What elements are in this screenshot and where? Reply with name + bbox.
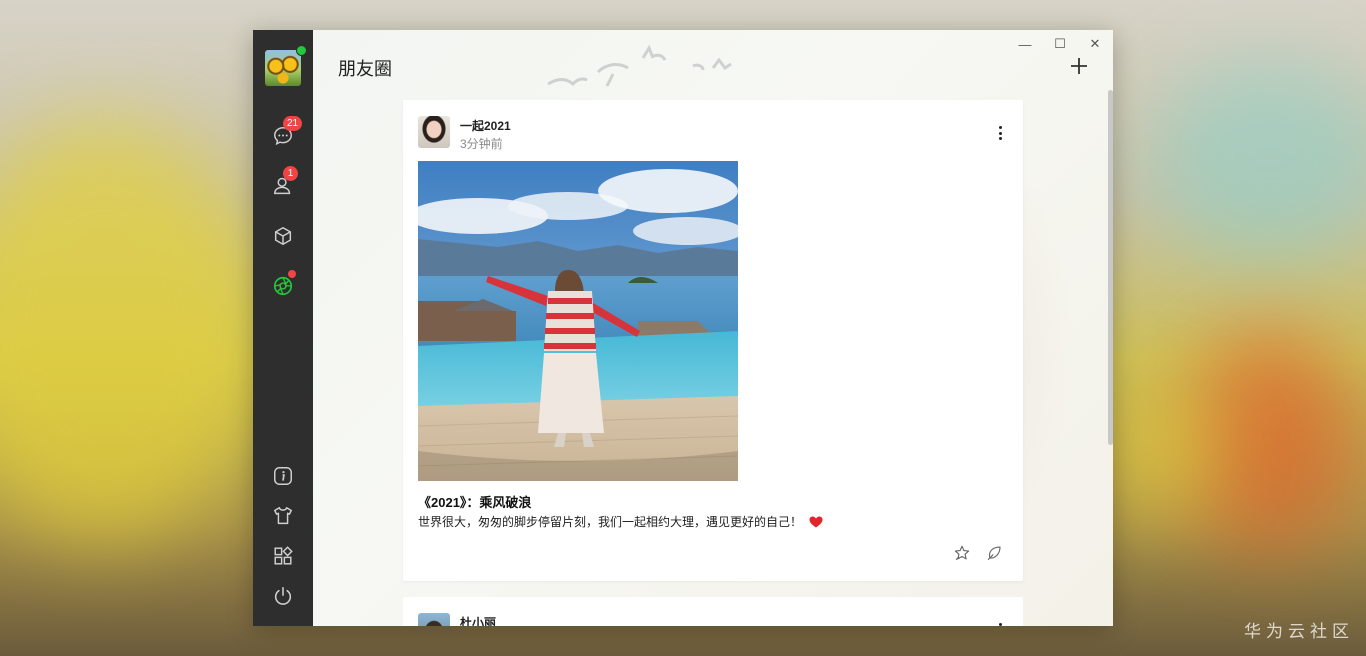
moments-dot-badge [288,270,296,278]
like-star-icon[interactable] [953,544,971,562]
post-card: 一起2021 3分钟前 《2021》：乘风破浪 世界很大，匆匆的脚步停留片刻，我… [403,100,1023,581]
sidebar-item-box[interactable] [269,222,297,250]
heart-emoji-icon [809,516,823,528]
sidebar-item-contacts[interactable]: 1 [269,166,298,200]
sidebar-item-chat[interactable]: 21 [269,116,303,150]
author-avatar[interactable] [418,613,450,626]
page-title: 朋友圈 [338,59,392,79]
minimize-button[interactable]: — [1016,36,1034,52]
close-button[interactable]: ✕ [1086,36,1104,52]
new-post-plus-icon[interactable] [1067,54,1091,78]
post-text: 世界很大，匆匆的脚步停留片刻，我们一起相约大理，遇见更好的自己！ [418,513,823,530]
sidebar-item-apps[interactable] [269,542,297,570]
sidebar-item-moments[interactable] [269,270,297,300]
maximize-button[interactable]: ☐ [1051,36,1069,52]
author-avatar[interactable] [418,116,450,148]
app-window: 21 1 朋友圈 — ☐ ✕ 一起2021 3分钟前 《2021》：乘风破浪 世… [253,30,1113,626]
author-name[interactable]: 杜小丽 [460,614,496,626]
info-icon [274,467,292,485]
cube-icon [274,227,292,245]
sidebar: 21 1 [253,30,313,626]
post-text-content: 世界很大，匆匆的脚步停留片刻，我们一起相约大理，遇见更好的自己！ [418,515,803,529]
author-name[interactable]: 一起2021 [460,117,511,134]
scrollbar[interactable] [1108,90,1113,445]
apps-grid-icon [274,546,293,565]
chat-unread-badge: 21 [283,116,303,131]
user-avatar[interactable] [265,50,301,86]
post-title: 《2021》：乘风破浪 [418,495,532,510]
sidebar-item-skin[interactable] [269,502,297,530]
moments-panel: 朋友圈 — ☐ ✕ 一起2021 3分钟前 《2021》：乘风破浪 世界很大，匆… [313,30,1113,626]
sidebar-item-power[interactable] [269,582,297,610]
tshirt-icon [274,507,292,525]
post-card: 杜小丽 [403,597,1023,626]
post-photo[interactable] [418,161,738,481]
birds-decoration [547,44,732,87]
more-options-icon[interactable] [995,124,1005,142]
post-time: 3分钟前 [460,137,503,151]
contacts-unread-badge: 1 [283,166,298,181]
online-status-dot [296,45,307,56]
watermark: 华为云社区 [1244,622,1354,642]
sidebar-item-info[interactable] [269,462,297,490]
lake-photo-image [418,161,738,481]
more-options-icon[interactable] [995,621,1005,626]
comment-leaf-icon[interactable] [985,544,1003,562]
aperture-icon [273,276,293,296]
power-icon [274,586,292,605]
